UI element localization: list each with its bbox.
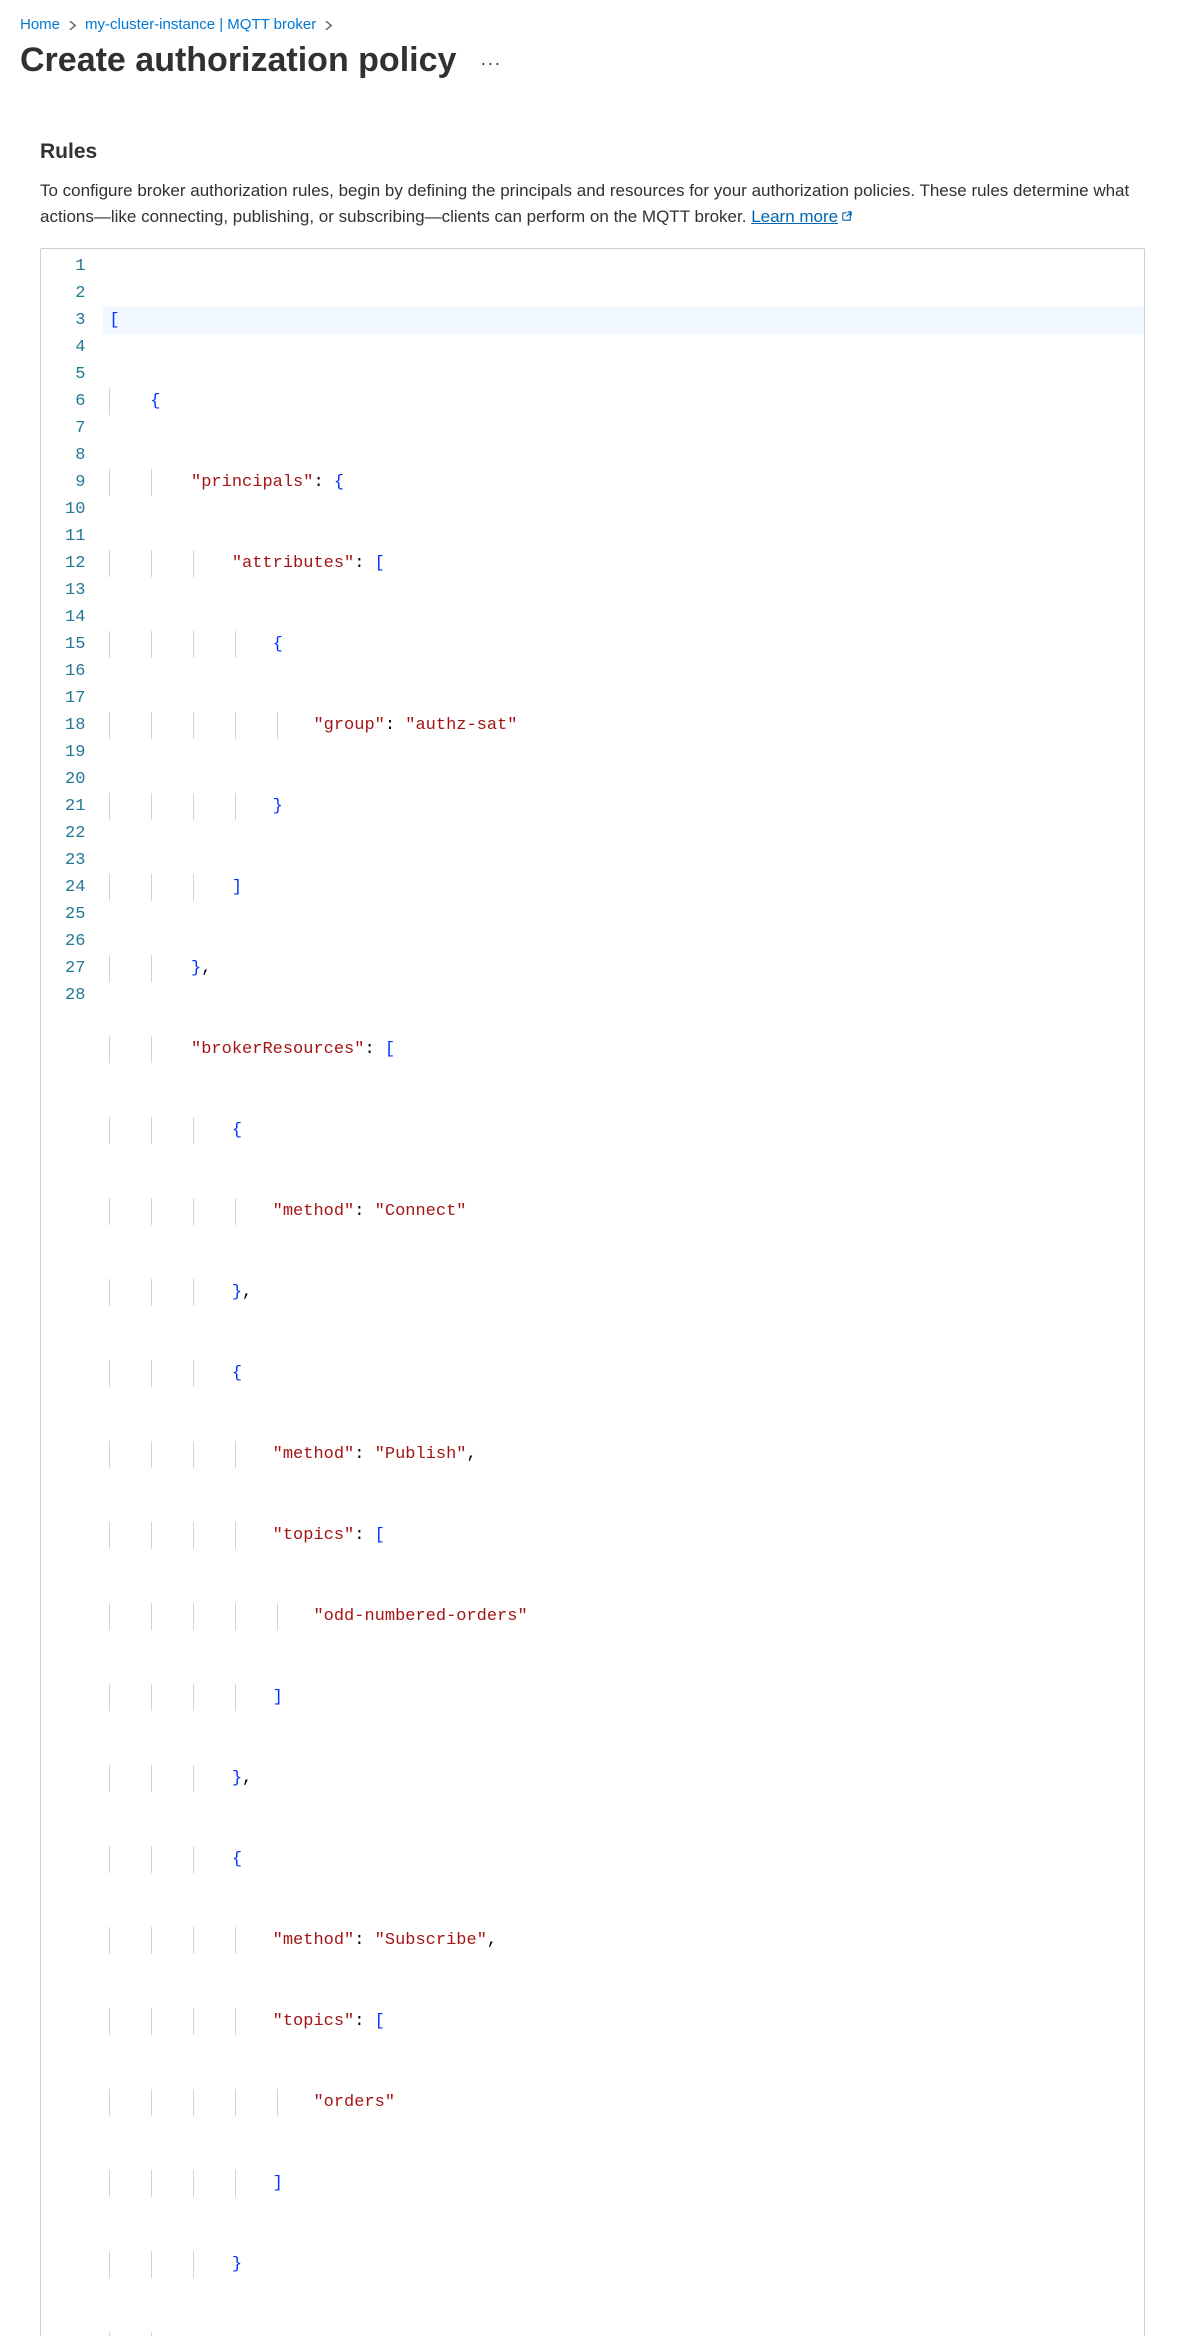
chevron-right-icon xyxy=(324,17,333,33)
external-link-icon xyxy=(840,205,853,231)
chevron-right-icon xyxy=(68,17,77,33)
learn-more-link[interactable]: Learn more xyxy=(751,207,853,226)
breadcrumb: Home my-cluster-instance | MQTT broker xyxy=(20,16,1165,33)
more-icon[interactable]: ··· xyxy=(480,47,501,74)
breadcrumb-home-link[interactable]: Home xyxy=(20,16,60,33)
section-label: Rules xyxy=(40,140,1145,164)
breadcrumb-cluster-link[interactable]: my-cluster-instance | MQTT broker xyxy=(85,16,316,33)
page-title: Create authorization policy xyxy=(20,41,456,80)
page-title-row: Create authorization policy ··· xyxy=(20,41,1165,80)
section-description: To configure broker authorization rules,… xyxy=(40,178,1145,232)
editor-content[interactable]: [ { "principals": { "attributes": [ { "g… xyxy=(103,249,1144,2336)
json-editor[interactable]: 1234567891011121314151617181920212223242… xyxy=(40,248,1145,2336)
editor-gutter: 1234567891011121314151617181920212223242… xyxy=(41,249,103,2336)
section-description-text: To configure broker authorization rules,… xyxy=(40,181,1129,226)
